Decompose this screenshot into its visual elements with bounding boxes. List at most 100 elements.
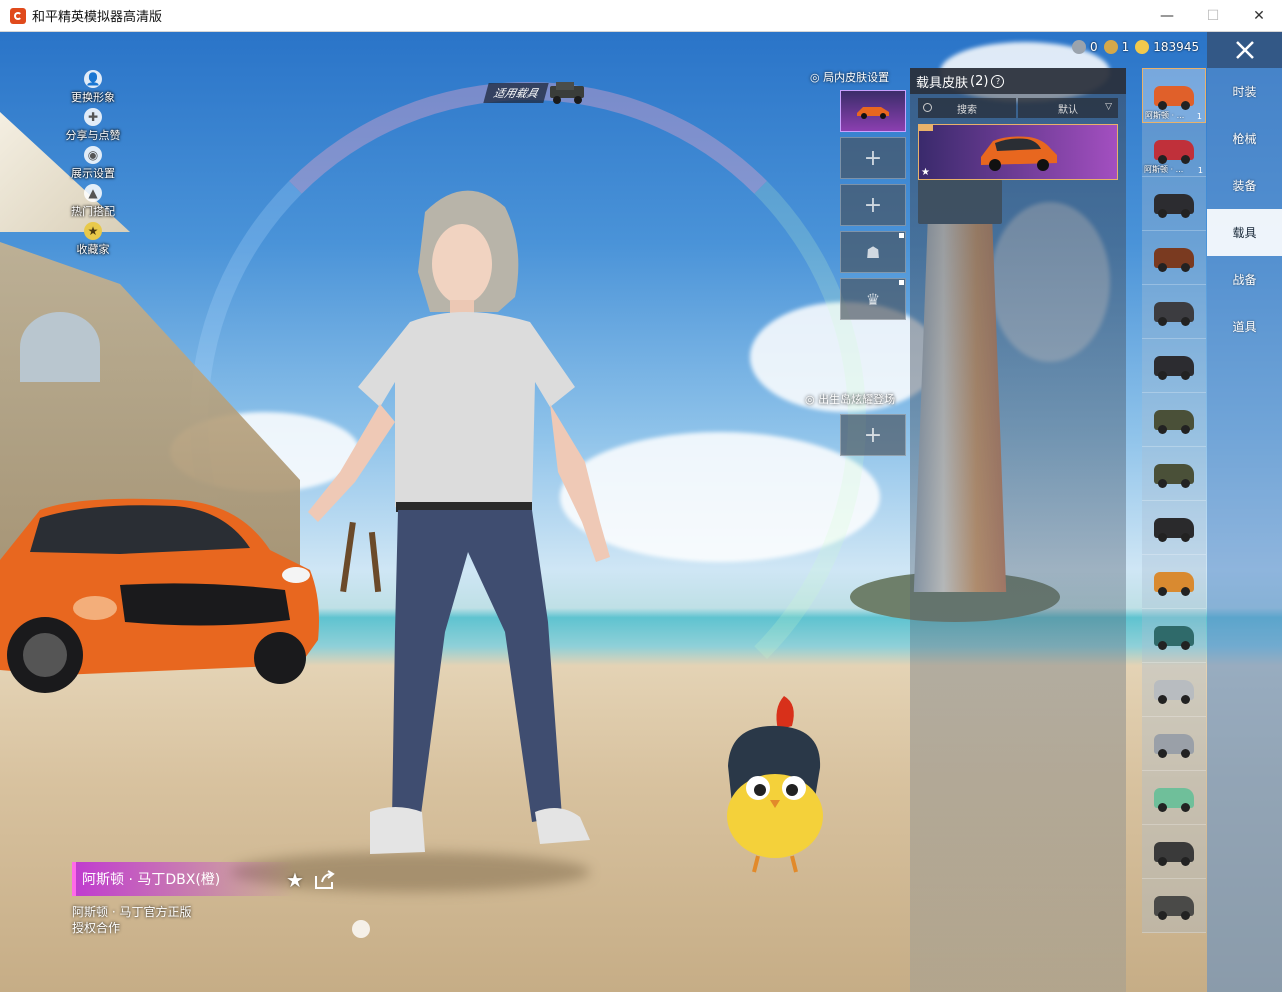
vehicle-list-item[interactable] — [1142, 663, 1206, 717]
category-tab[interactable]: 时装 — [1207, 68, 1282, 115]
vehicle-skin-header: 载具皮肤 (2) ? — [910, 68, 1126, 94]
skin-slot-add[interactable]: + — [840, 184, 906, 226]
category-tab[interactable]: 道具 — [1207, 303, 1282, 350]
license-line: 阿斯顿 · 马丁官方正版 — [72, 905, 192, 919]
applicable-vehicle-tag[interactable]: 适用载具 — [483, 80, 590, 106]
skin-count: (2) — [970, 73, 989, 89]
jeep-icon — [550, 82, 584, 104]
vehicle-list-item[interactable] — [1142, 393, 1206, 447]
vehicle-count: 1 — [1197, 166, 1203, 175]
sort-dropdown[interactable]: 默认 ▽ — [1018, 98, 1118, 118]
close-window-button[interactable]: ✕ — [1236, 0, 1282, 31]
coin-icon — [1135, 40, 1150, 54]
rarity-tag — [919, 125, 933, 131]
currency-value: 1 — [1121, 40, 1130, 54]
category-tab[interactable]: 载具 — [1207, 209, 1282, 256]
vehicle-list-item[interactable] — [1142, 879, 1206, 933]
palace-dome — [20, 312, 100, 382]
vehicle-thumbnail-icon — [1154, 463, 1194, 488]
skin-name-banner: 阿斯顿 · 马丁DBX(橙) — [72, 862, 294, 896]
vehicle-thumbnail-icon — [1154, 409, 1194, 434]
category-list: 时装 枪械 装备 载具 战备 道具 — [1207, 68, 1282, 350]
pet-chick — [727, 696, 823, 873]
vehicle-thumbnail-icon — [1154, 679, 1194, 704]
vehicle-skin-toolbar: 搜索 默认 ▽ — [918, 98, 1118, 118]
vehicle-thumbnail-icon — [1154, 301, 1194, 326]
share-icon: ✚ — [84, 108, 102, 126]
skin-slot-add[interactable]: + — [840, 137, 906, 179]
app-logo-icon — [10, 7, 26, 24]
menu-collector[interactable]: ★ 收藏家 — [58, 222, 128, 260]
menu-display-settings[interactable]: ◉ 展示设置 — [58, 146, 128, 184]
vehicle-thumbnail-icon — [1154, 247, 1194, 272]
in-match-skin-settings-label[interactable]: ◎ 局内皮肤设置 — [810, 69, 889, 85]
window-title: 和平精英模拟器高清版 — [32, 10, 163, 25]
rotate-view-icon[interactable] — [352, 920, 370, 938]
slot-badge — [899, 280, 904, 285]
helmet-icon: ☗ — [865, 242, 881, 262]
currency-coin: 183945 — [1135, 40, 1199, 54]
vehicle-list-item[interactable] — [1142, 609, 1206, 663]
vehicle-thumbnail-icon — [1154, 733, 1194, 758]
vehicle-list-item[interactable] — [1142, 555, 1206, 609]
car-icon — [981, 136, 1057, 171]
vehicle-list-item[interactable]: 阿斯顿 · ... 1 — [1142, 123, 1206, 177]
skin-card-selected[interactable]: ★ — [918, 124, 1118, 180]
vehicle-thumbnail-icon — [1154, 355, 1194, 380]
menu-share-like[interactable]: ✚ 分享与点赞 — [58, 108, 128, 146]
menu-popular-outfits[interactable]: ▲ 热门搭配 — [58, 184, 128, 222]
vehicle-thumbnail-icon — [1154, 193, 1194, 218]
vehicle-list-item[interactable] — [1142, 717, 1206, 771]
maximize-button[interactable]: ☐ — [1190, 0, 1236, 31]
left-side-menu: 👤 更换形象 ✚ 分享与点赞 ◉ 展示设置 ▲ 热门搭配 ★ 收藏家 — [58, 70, 128, 260]
vehicle-thumbnail-icon — [1154, 139, 1194, 164]
vehicle-list-item[interactable] — [1142, 339, 1206, 393]
category-tabs: 时装 枪械 装备 载具 战备 道具 — [1207, 32, 1282, 992]
vehicle-thumbnail-icon — [1154, 841, 1194, 866]
chevron-down-icon: ▽ — [1105, 102, 1112, 112]
category-tab[interactable]: 战备 — [1207, 256, 1282, 303]
skin-search-box[interactable]: 搜索 — [918, 98, 1016, 118]
vehicle-list-item[interactable] — [1142, 825, 1206, 879]
search-icon — [923, 103, 932, 112]
applicable-vehicle-label: 适用载具 — [483, 83, 549, 103]
menu-label: 热门搭配 — [71, 205, 115, 218]
vehicle-model-car — [0, 498, 319, 693]
skin-slot-equipped[interactable] — [840, 90, 906, 132]
minimize-button[interactable]: — — [1144, 0, 1190, 31]
vehicle-list-item[interactable] — [1142, 501, 1206, 555]
car-icon — [857, 107, 889, 119]
vehicle-thumbnail-icon — [1154, 517, 1194, 542]
vehicle-list: 阿斯顿 · ... 1 阿斯顿 · ... 1 — [1142, 68, 1206, 933]
currency-bar: 0 1 183945 — [1072, 40, 1199, 54]
skin-slot-locked[interactable]: ♛ — [840, 278, 906, 320]
vehicle-list-item[interactable] — [1142, 285, 1206, 339]
ticket-icon — [1072, 40, 1086, 54]
collector-badge-icon: ★ — [84, 222, 102, 240]
category-tab[interactable]: 装备 — [1207, 162, 1282, 209]
fire-icon: ▲ — [84, 184, 102, 202]
window-controls: — ☐ ✕ — [1144, 0, 1282, 31]
vehicle-thumbnail-icon — [1154, 625, 1194, 650]
spawn-island-showcase-label[interactable]: ◎ 出生岛炫耀登场 — [805, 391, 895, 407]
panel-title: 载具皮肤 — [916, 75, 969, 91]
vehicle-list-item[interactable] — [1142, 177, 1206, 231]
vehicle-thumbnail-icon — [1154, 85, 1194, 110]
player-character — [308, 190, 610, 854]
vehicle-list-item[interactable] — [1142, 771, 1206, 825]
favorite-star-icon[interactable]: ★ — [286, 868, 304, 892]
menu-change-appearance[interactable]: 👤 更换形象 — [58, 70, 128, 108]
close-panel-button[interactable] — [1207, 32, 1282, 68]
game-viewport: 👤 更换形象 ✚ 分享与点赞 ◉ 展示设置 ▲ 热门搭配 ★ 收藏家 适用载具 — [0, 32, 1282, 992]
vehicle-list-item[interactable] — [1142, 447, 1206, 501]
help-icon[interactable]: ? — [991, 74, 1005, 88]
vehicle-list-item[interactable]: 阿斯顿 · ... 1 — [1142, 68, 1206, 123]
skin-slot-locked[interactable]: ☗ — [840, 231, 906, 273]
official-license-text: 阿斯顿 · 马丁官方正版 授权合作 — [72, 904, 191, 936]
share-icon[interactable] — [314, 870, 336, 890]
vehicle-list-item[interactable] — [1142, 231, 1206, 285]
menu-label: 更换形象 — [71, 91, 115, 104]
spawn-slot-add[interactable]: + — [840, 414, 906, 456]
category-tab[interactable]: 枪械 — [1207, 115, 1282, 162]
window-titlebar: 和平精英模拟器高清版 — ☐ ✕ — [0, 0, 1282, 32]
